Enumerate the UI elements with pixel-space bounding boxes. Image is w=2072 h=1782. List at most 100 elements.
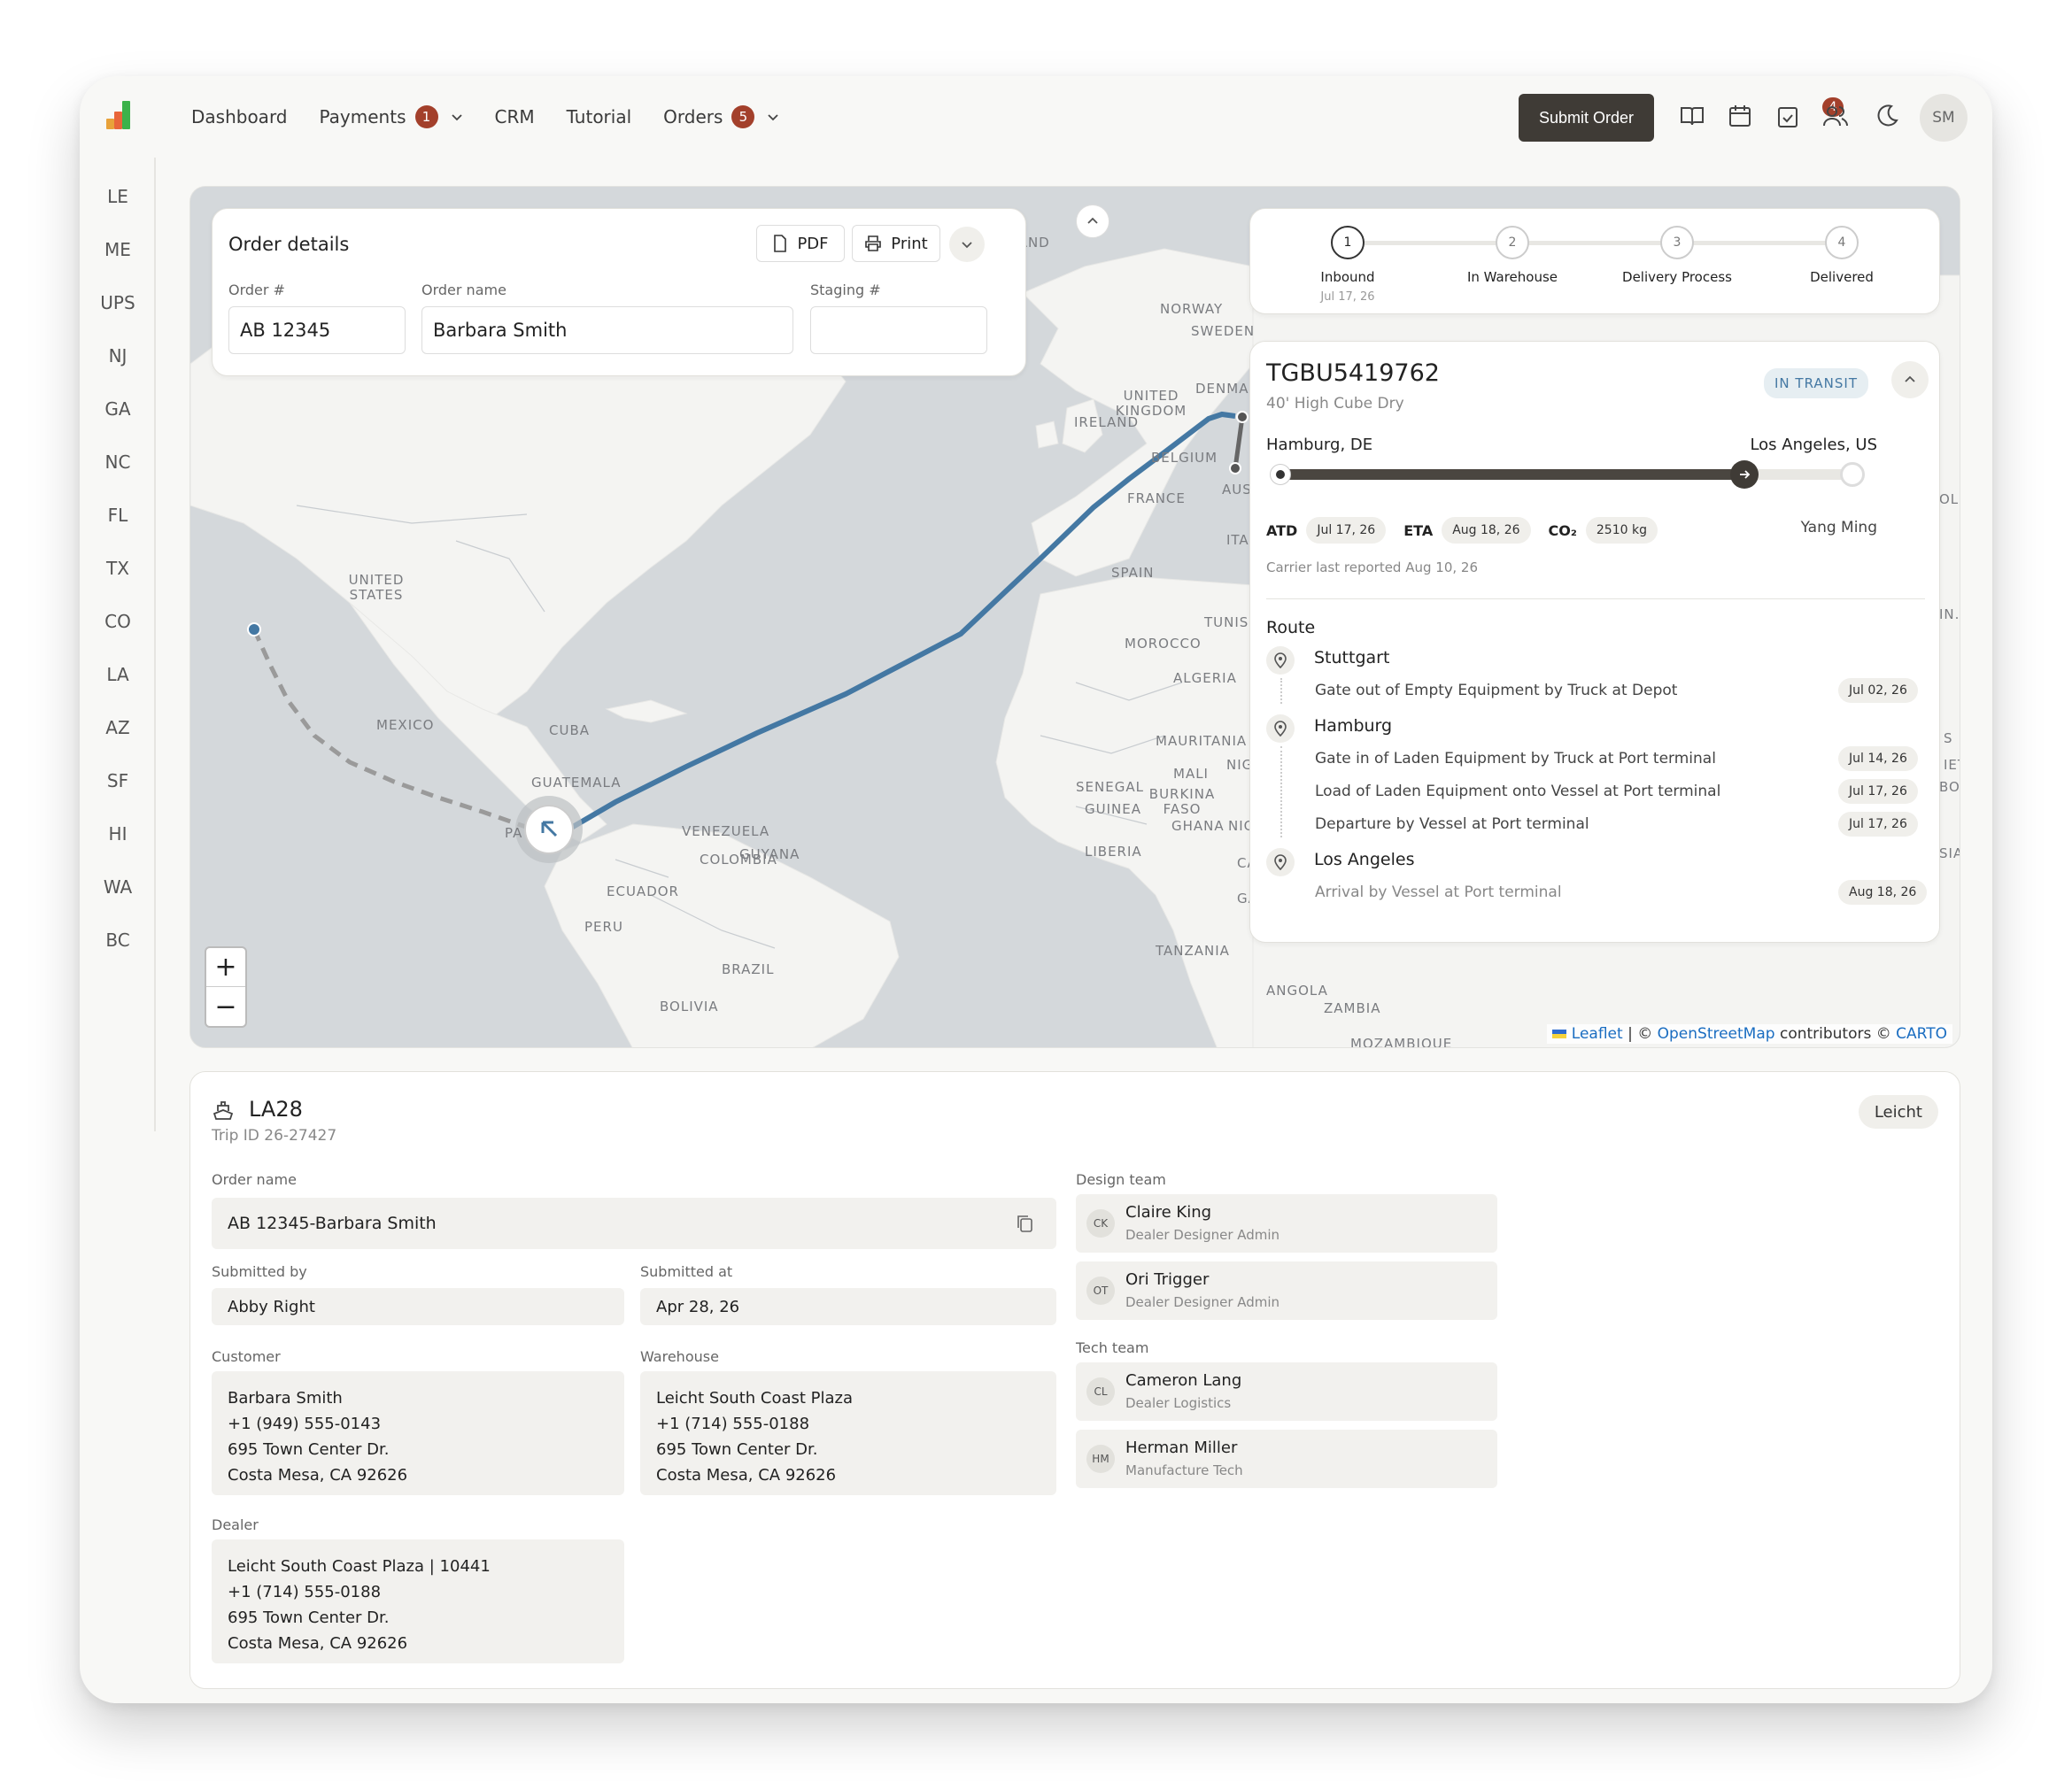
destination-dot	[1840, 462, 1865, 487]
calendar-icon[interactable]	[1727, 103, 1753, 129]
dealer-label: Dealer	[212, 1516, 259, 1533]
map-collapse-button[interactable]	[1076, 204, 1109, 238]
sidebar-item[interactable]: BC	[80, 930, 156, 951]
map-label: UNITED STATES	[348, 572, 405, 603]
nav-payments[interactable]: Payments 1	[320, 105, 463, 128]
member-name: Herman Miller	[1125, 1439, 1238, 1457]
team-member[interactable]: OT Ori Trigger Dealer Designer Admin	[1076, 1261, 1497, 1320]
sidebar-item[interactable]: LE	[80, 186, 156, 207]
member-initials: OT	[1086, 1277, 1115, 1305]
shipment-collapse-button[interactable]	[1891, 361, 1929, 398]
step-circle[interactable]: 3	[1660, 226, 1694, 259]
route-connector	[1280, 746, 1282, 837]
customer-phone: +1 (949) 555-0143	[228, 1415, 382, 1433]
sidebar-item[interactable]: LA	[80, 664, 156, 685]
sidebar-item[interactable]: NJ	[80, 345, 156, 366]
carto-link[interactable]: CARTO	[1896, 1025, 1947, 1043]
sidebar-item[interactable]: HI	[80, 823, 156, 845]
map-label: ALGERIA	[1173, 670, 1237, 686]
transit-progress-track	[1277, 469, 1847, 480]
order-details-card: Order details PDF Print Order # Order na…	[212, 208, 1026, 376]
design-team-label: Design team	[1076, 1171, 1166, 1188]
step-circle[interactable]: 4	[1825, 226, 1859, 259]
team-member[interactable]: HM Herman Miller Manufacture Tech	[1076, 1430, 1497, 1488]
co2-value: 2510 kg	[1585, 517, 1658, 544]
member-role: Manufacture Tech	[1125, 1462, 1243, 1478]
order-name-input[interactable]: Barbara Smith	[421, 306, 793, 354]
destination-label: Los Angeles, US	[1750, 436, 1877, 454]
customer-label: Customer	[212, 1348, 281, 1365]
map-label: MALI	[1173, 766, 1209, 782]
sidebar-item[interactable]: NC	[80, 451, 156, 473]
sidebar-item[interactable]: TX	[80, 558, 156, 579]
order-number-input[interactable]: AB 12345	[228, 306, 406, 354]
logo-icon	[106, 101, 138, 129]
user-avatar[interactable]: SM	[1920, 94, 1968, 142]
map-label: BURKINA FASO	[1148, 786, 1216, 817]
sidebar-item[interactable]: SF	[80, 770, 156, 791]
zoom-out-button[interactable]: −	[206, 987, 245, 1026]
destination-marker[interactable]	[247, 622, 261, 636]
route-event-date: Jul 17, 26	[1838, 812, 1918, 837]
route-event: Gate out of Empty Equipment by Truck at …	[1315, 682, 1678, 699]
map-label: MOROCCO	[1125, 636, 1202, 652]
pdf-button[interactable]: PDF	[756, 225, 845, 262]
chevron-up-icon	[1905, 375, 1915, 382]
customer-block: Barbara Smith +1 (949) 555-0143 695 Town C…	[212, 1371, 624, 1495]
warehouse-phone: +1 (714) 555-0188	[656, 1415, 810, 1433]
ship-icon	[213, 1101, 234, 1120]
origin-label: Hamburg, DE	[1266, 436, 1373, 454]
sidebar-item[interactable]: ME	[80, 239, 156, 260]
route-city: Hamburg	[1314, 716, 1393, 736]
osm-link[interactable]: OpenStreetMap	[1658, 1025, 1775, 1043]
map-label: GHANA	[1171, 818, 1225, 834]
map-label: IN.	[1939, 606, 1960, 622]
team-member[interactable]: CL Cameron Lang Dealer Logistics	[1076, 1362, 1497, 1421]
order-name-label: Order name	[212, 1171, 297, 1188]
hamburg-marker[interactable]	[1229, 462, 1241, 474]
submit-order-button[interactable]: Submit Order	[1519, 94, 1654, 142]
sidebar-item[interactable]: WA	[80, 876, 156, 898]
nav-orders[interactable]: Orders 5	[663, 105, 779, 128]
route-event-date: Jul 17, 26	[1838, 779, 1918, 804]
copy-icon[interactable]	[1016, 1214, 1033, 1233]
moon-icon[interactable]	[1874, 103, 1900, 129]
nav-dashboard[interactable]: Dashboard	[191, 106, 288, 127]
sidebar-item[interactable]: FL	[80, 505, 156, 526]
sidebar-item[interactable]: CO	[80, 611, 156, 632]
sidebar-item[interactable]: AZ	[80, 717, 156, 738]
nav-crm[interactable]: CRM	[495, 106, 535, 127]
sidebar-item[interactable]: UPS	[80, 292, 156, 313]
carrier-name: Yang Ming	[1800, 519, 1877, 536]
nav-tutorial[interactable]: Tutorial	[567, 106, 632, 127]
map-label: VENEZUELA	[682, 823, 770, 839]
attribution-separator: | ©	[1622, 1025, 1658, 1043]
print-button[interactable]: Print	[852, 225, 940, 262]
leaflet-link[interactable]: Leaflet	[1572, 1025, 1623, 1043]
map-label: BELGIUM	[1151, 450, 1218, 466]
status-badge: IN TRANSIT	[1764, 368, 1868, 398]
zoom-in-button[interactable]: +	[206, 948, 245, 987]
clipboard-check-icon[interactable]	[1774, 103, 1801, 129]
attribution-text: contributors ©	[1774, 1025, 1897, 1043]
map-label: PA	[505, 825, 523, 841]
member-role: Dealer Designer Admin	[1125, 1294, 1280, 1310]
trip-id: Trip ID 26-27427	[212, 1127, 337, 1145]
map-label: OL	[1939, 491, 1960, 507]
order-expand-button[interactable]	[949, 227, 985, 262]
book-icon[interactable]	[1679, 103, 1705, 129]
team-member[interactable]: CK Claire King Dealer Designer Admin	[1076, 1194, 1497, 1253]
step-circle[interactable]: 1	[1331, 226, 1365, 259]
sidebar-item[interactable]: GA	[80, 398, 156, 420]
origin-marker[interactable]	[1236, 411, 1249, 423]
customer-city: Costa Mesa, CA 92626	[228, 1466, 408, 1485]
step-circle[interactable]: 2	[1496, 226, 1529, 259]
staging-input[interactable]	[810, 306, 987, 354]
route-city: Los Angeles	[1314, 850, 1415, 869]
map-view[interactable]: LAND NORWAY SWEDEN DENMAR UNITED KINGDOM IREL…	[189, 186, 1960, 1048]
step-label: In Warehouse	[1466, 269, 1558, 285]
dealer-phone: +1 (714) 555-0188	[228, 1583, 382, 1601]
users-icon[interactable]	[1822, 103, 1849, 129]
container-type: 40' High Cube Dry	[1266, 395, 1404, 413]
map-label: SIA	[1939, 845, 1960, 861]
